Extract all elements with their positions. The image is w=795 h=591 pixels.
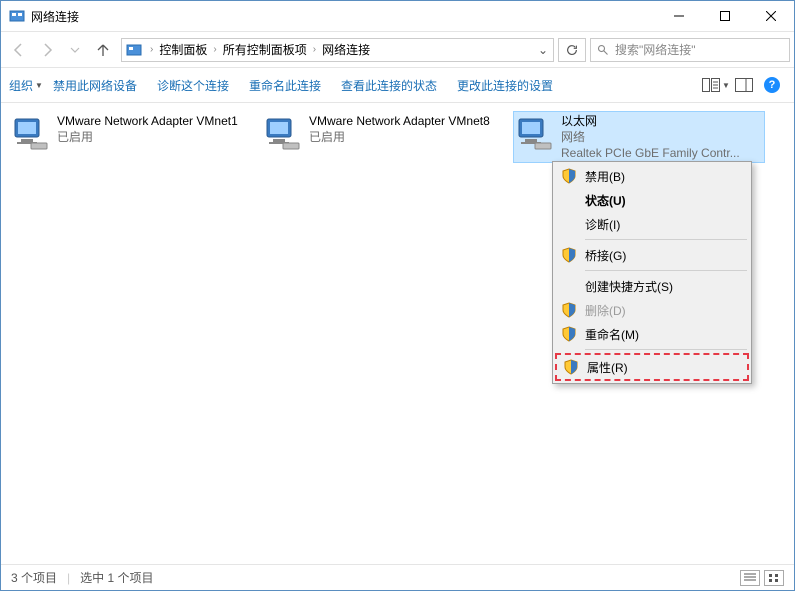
chevron-right-icon: › — [213, 44, 216, 55]
menu-bridge[interactable]: 桥接(G) — [555, 243, 749, 267]
statusbar: 3 个项目 | 选中 1 个项目 — [1, 564, 794, 590]
view-icons-button[interactable] — [764, 570, 784, 586]
shield-icon — [561, 247, 577, 263]
view-details-button[interactable] — [740, 570, 760, 586]
up-button[interactable] — [89, 36, 117, 64]
preview-pane-button[interactable] — [730, 71, 758, 99]
toolbar-rename[interactable]: 重命名此连接 — [239, 68, 331, 102]
shield-icon — [563, 359, 579, 375]
back-button[interactable] — [5, 36, 33, 64]
adapter-item[interactable]: VMware Network Adapter VMnet1 已启用 — [9, 111, 261, 155]
chevron-right-icon: › — [150, 44, 153, 55]
toolbar-disable[interactable]: 禁用此网络设备 — [43, 68, 147, 102]
refresh-button[interactable] — [558, 38, 586, 62]
menu-rename[interactable]: 重命名(M) — [555, 322, 749, 346]
adapter-status: 已启用 — [57, 129, 238, 145]
menu-separator — [585, 349, 747, 350]
toolbar-diagnose[interactable]: 诊断这个连接 — [147, 68, 239, 102]
breadcrumb-dropdown[interactable]: ⌄ — [533, 43, 553, 57]
adapter-item-selected[interactable]: 以太网 网络 Realtek PCIe GbE Family Contr... — [513, 111, 765, 163]
menu-disable[interactable]: 禁用(B) — [555, 164, 749, 188]
adapter-status: 已启用 — [309, 129, 490, 145]
adapter-name: VMware Network Adapter VMnet1 — [57, 113, 238, 129]
adapter-status: 网络 — [561, 129, 740, 145]
recent-dropdown[interactable] — [61, 36, 89, 64]
minimize-button[interactable] — [656, 1, 702, 31]
network-adapter-icon — [263, 113, 303, 153]
breadcrumb-part[interactable]: 所有控制面板项 — [221, 41, 309, 58]
menu-separator — [585, 270, 747, 271]
toolbar: 组织▼ 禁用此网络设备 诊断这个连接 重命名此连接 查看此连接的状态 更改此连接… — [1, 67, 794, 103]
breadcrumb-icon — [126, 42, 142, 58]
breadcrumb-part[interactable]: 控制面板 — [157, 41, 209, 58]
view-layout-button[interactable]: ▼ — [702, 71, 730, 99]
window-icon — [9, 8, 25, 24]
forward-button[interactable] — [33, 36, 61, 64]
content-area[interactable]: VMware Network Adapter VMnet1 已启用 VMware… — [1, 103, 794, 558]
window-title: 网络连接 — [31, 8, 656, 25]
shield-icon — [561, 326, 577, 342]
titlebar: 网络连接 — [1, 1, 794, 31]
network-adapter-icon — [11, 113, 51, 153]
adapter-name: VMware Network Adapter VMnet8 — [309, 113, 490, 129]
close-button[interactable] — [748, 1, 794, 31]
menu-status[interactable]: 状态(U) — [555, 188, 749, 212]
organize-menu[interactable]: 组织▼ — [9, 77, 43, 94]
shield-icon — [561, 168, 577, 184]
help-button[interactable]: ? — [758, 71, 786, 99]
context-menu: 禁用(B) 状态(U) 诊断(I) 桥接(G) 创建快捷方式(S) 删除(D) … — [552, 161, 752, 384]
search-placeholder: 搜索"网络连接" — [615, 41, 696, 58]
breadcrumb[interactable]: › 控制面板 › 所有控制面板项 › 网络连接 ⌄ — [121, 38, 554, 62]
adapter-desc: Realtek PCIe GbE Family Contr... — [561, 145, 740, 161]
search-input[interactable]: 搜索"网络连接" — [590, 38, 790, 62]
network-adapter-icon — [515, 113, 555, 153]
shield-icon — [561, 302, 577, 318]
toolbar-status[interactable]: 查看此连接的状态 — [331, 68, 447, 102]
breadcrumb-part[interactable]: 网络连接 — [320, 41, 372, 58]
help-icon: ? — [764, 77, 780, 93]
adapter-item[interactable]: VMware Network Adapter VMnet8 已启用 — [261, 111, 513, 155]
menu-shortcut[interactable]: 创建快捷方式(S) — [555, 274, 749, 298]
maximize-button[interactable] — [702, 1, 748, 31]
search-icon — [597, 44, 609, 56]
adapter-name: 以太网 — [561, 113, 740, 129]
menu-delete: 删除(D) — [555, 298, 749, 322]
selected-count: 选中 1 个项目 — [80, 569, 153, 586]
menu-separator — [585, 239, 747, 240]
toolbar-settings[interactable]: 更改此连接的设置 — [447, 68, 563, 102]
chevron-right-icon: › — [313, 44, 316, 55]
item-count: 3 个项目 — [11, 569, 57, 586]
navbar: › 控制面板 › 所有控制面板项 › 网络连接 ⌄ 搜索"网络连接" — [1, 31, 794, 67]
menu-diagnose[interactable]: 诊断(I) — [555, 212, 749, 236]
menu-properties[interactable]: 属性(R) — [555, 353, 749, 381]
